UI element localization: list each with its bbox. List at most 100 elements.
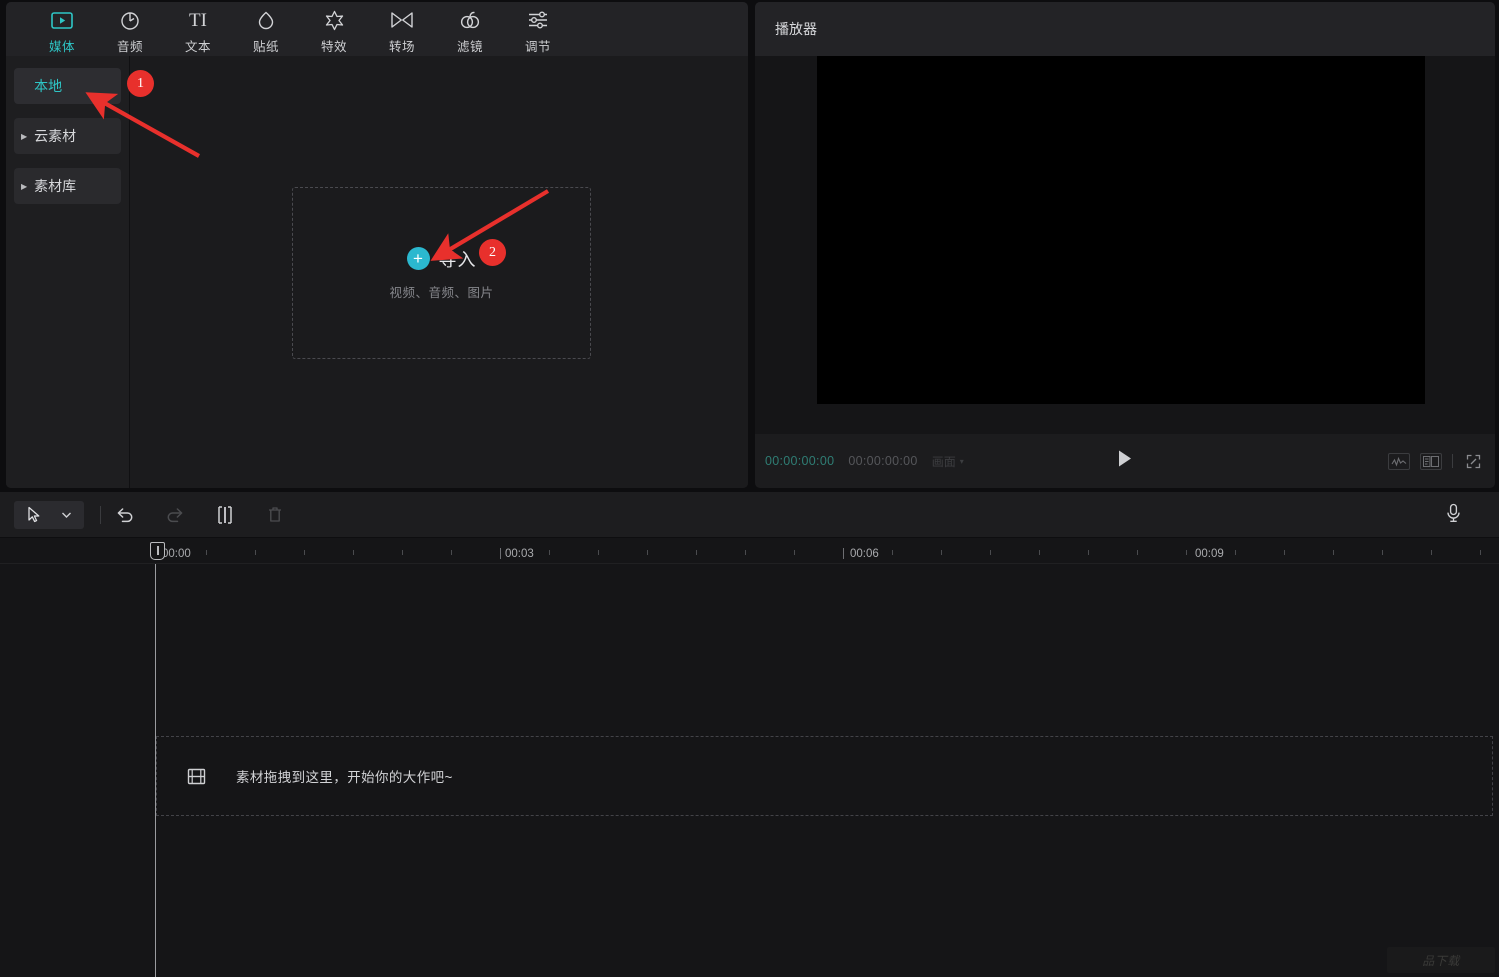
ruler-tick: [1088, 550, 1089, 555]
ruler-tick: [745, 550, 746, 555]
record-voiceover-button[interactable]: [1439, 501, 1467, 529]
tab-adjust[interactable]: 调节: [504, 2, 572, 55]
ruler-tick: [794, 550, 795, 555]
ruler-tick: [696, 550, 697, 555]
import-row: + 导入: [406, 246, 477, 272]
ruler-tick: [941, 550, 942, 555]
tab-transition-label: 转场: [388, 40, 415, 54]
ruler-tick: [304, 550, 305, 555]
ruler-tick: [1186, 550, 1187, 555]
media-play-frame-icon: [51, 7, 73, 33]
tab-text-label: 文本: [184, 40, 211, 54]
ruler-tick: [206, 550, 207, 555]
ruler-tick: [598, 550, 599, 555]
current-timecode: 00:00:00:00: [765, 454, 835, 468]
watermark-text: 品下载: [1422, 953, 1460, 968]
play-button[interactable]: [1116, 449, 1134, 474]
ruler-label: 00:09: [1195, 548, 1224, 560]
ruler-tick: [1480, 550, 1481, 555]
import-dropzone[interactable]: + 导入 视频、音频、图片: [292, 187, 591, 359]
timeline-panel: 00:00 00:03 00:06 00:09 素材拖拽到这里，开始你的大作吧~ 品下…: [0, 492, 1499, 977]
plus-icon: +: [406, 247, 430, 270]
ruler-tick: [1333, 550, 1334, 555]
sticker-drop-icon: [255, 7, 277, 33]
media-panel: 媒体 音频 TI 文本 贴纸 特效 转场 滤镜 调节 本地 ▶ 云素材 ▶ 素材…: [6, 2, 748, 488]
timeline-ruler[interactable]: 00:00 00:03 00:06 00:09: [0, 538, 1499, 564]
sidebar-item-library-label: 素材库: [34, 178, 77, 194]
ruler-tick: [892, 550, 893, 555]
ruler-tick: [647, 550, 648, 555]
playhead-handle[interactable]: [150, 542, 165, 560]
tab-adjust-label: 调节: [524, 40, 551, 54]
top-area: 媒体 音频 TI 文本 贴纸 特效 转场 滤镜 调节 本地 ▶ 云素材 ▶ 素材…: [0, 0, 1499, 490]
media-source-list: ▶ 本地 ▶ 云素材 ▶ 素材库: [6, 56, 130, 488]
text-ti-icon: TI: [185, 7, 211, 33]
sidebar-item-cloud[interactable]: ▶ 云素材: [14, 118, 121, 154]
aspect-ratio-label: 画面: [931, 454, 956, 469]
main-tabbar: 媒体 音频 TI 文本 贴纸 特效 转场 滤镜 调节: [6, 2, 748, 56]
ruler-tick: [1235, 550, 1236, 555]
sidebar-item-library[interactable]: ▶ 素材库: [14, 168, 121, 204]
player-header: 播放器: [755, 2, 1495, 56]
ruler-tick: [549, 550, 550, 555]
ruler-tick: [1431, 550, 1432, 555]
ruler-major-tick: [500, 548, 501, 559]
chevron-down-icon: ▾: [959, 456, 964, 466]
toolbar-divider: [100, 505, 101, 524]
fullscreen-expand-icon[interactable]: [1463, 452, 1483, 470]
tab-effects-label: 特效: [320, 40, 347, 54]
svg-text:TI: TI: [189, 10, 207, 30]
ruler-tick: [1039, 550, 1040, 555]
media-panel-body: ▶ 本地 ▶ 云素材 ▶ 素材库 +: [6, 56, 748, 488]
vectorscope-panel-icon[interactable]: [1420, 452, 1442, 470]
microphone-icon: [1445, 503, 1462, 528]
ruler-tick: [451, 550, 452, 555]
effects-star-icon: [323, 7, 346, 33]
annotation-badge-2: 2: [479, 239, 506, 266]
tab-transition[interactable]: 转场: [368, 2, 436, 55]
cursor-arrow-icon: [20, 501, 48, 529]
drop-hint-text: 素材拖拽到这里，开始你的大作吧~: [236, 770, 453, 785]
adjust-sliders-icon: [526, 7, 550, 33]
split-button[interactable]: [211, 501, 239, 529]
playhead-line[interactable]: [155, 564, 156, 977]
chevron-right-icon: ▶: [21, 181, 28, 191]
import-sublabel: 视频、音频、图片: [389, 285, 494, 300]
filmstrip-icon: [187, 767, 206, 786]
ruler-tick: [1284, 550, 1285, 555]
tab-sticker[interactable]: 贴纸: [232, 2, 300, 55]
ruler-label: 00:06: [850, 548, 879, 560]
tab-text[interactable]: TI 文本: [164, 2, 232, 55]
ruler-tick: [990, 550, 991, 555]
sidebar-item-local-label: 本地: [34, 78, 63, 94]
ruler-major-tick: [843, 548, 844, 559]
sidebar-item-cloud-label: 云素材: [34, 128, 77, 144]
sidebar-item-local[interactable]: ▶ 本地: [14, 68, 121, 104]
select-tool[interactable]: [14, 500, 84, 529]
delete-button[interactable]: [261, 501, 289, 529]
ruler-tick: [402, 550, 403, 555]
timeline-drop-track[interactable]: 素材拖拽到这里，开始你的大作吧~: [156, 736, 1493, 816]
timeline-body: 素材拖拽到这里，开始你的大作吧~: [0, 564, 1499, 977]
aspect-ratio-selector[interactable]: 画面 ▾: [932, 453, 964, 470]
tab-filter[interactable]: 滤镜: [436, 2, 504, 55]
undo-button[interactable]: [111, 501, 139, 529]
tab-filter-label: 滤镜: [456, 40, 483, 54]
total-timecode: 00:00:00:00: [848, 454, 918, 468]
chevron-down-icon: [52, 501, 80, 529]
player-stage: [755, 56, 1495, 434]
media-content-area: + 导入 视频、音频、图片: [130, 56, 748, 488]
watermark: 品下载: [1387, 947, 1495, 973]
video-editor-window: 媒体 音频 TI 文本 贴纸 特效 转场 滤镜 调节 本地 ▶ 云素材 ▶ 素材…: [0, 0, 1499, 977]
tab-media[interactable]: 媒体: [28, 2, 96, 55]
chevron-right-icon: ▶: [21, 131, 28, 141]
redo-button[interactable]: [161, 501, 189, 529]
tab-audio-label: 音频: [116, 40, 143, 54]
tab-effects[interactable]: 特效: [300, 2, 368, 55]
video-preview-surface[interactable]: [817, 56, 1425, 404]
tab-sticker-label: 贴纸: [252, 40, 279, 54]
ruler-label: 00:03: [505, 548, 534, 560]
tab-audio[interactable]: 音频: [96, 2, 164, 55]
filter-rings-icon: [458, 7, 482, 33]
waveform-scope-icon[interactable]: [1388, 452, 1410, 470]
